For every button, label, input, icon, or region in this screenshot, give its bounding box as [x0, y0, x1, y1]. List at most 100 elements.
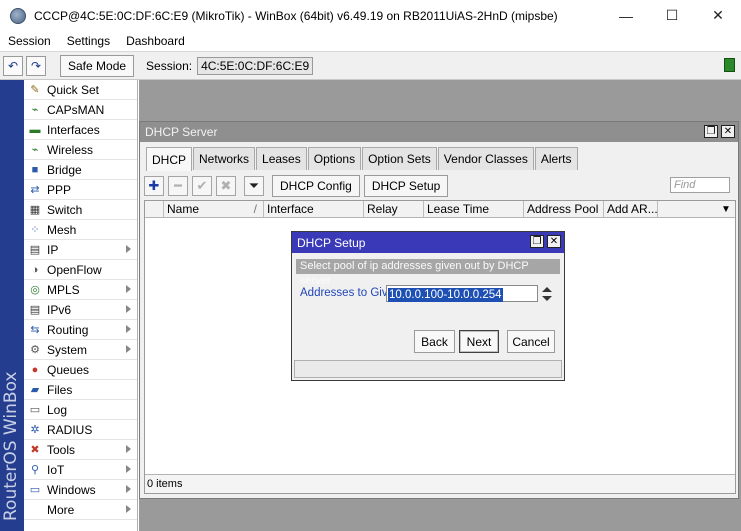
blank-icon	[28, 503, 42, 517]
menu-dashboard[interactable]: Dashboard	[118, 34, 193, 48]
tools-icon: ✖	[30, 444, 40, 456]
dhcp-setup-button[interactable]: DHCP Setup	[363, 175, 449, 197]
sidebar-item-quick-set[interactable]: ✎ Quick Set	[24, 80, 137, 100]
interfaces-icon: ▬	[29, 123, 41, 136]
submenu-arrow-icon	[126, 345, 131, 353]
cancel-button[interactable]: Cancel	[507, 330, 555, 353]
sidebar-item-more[interactable]: More	[24, 500, 137, 520]
close-button[interactable]: ✕	[695, 0, 741, 31]
maximize-button[interactable]: ☐	[649, 0, 695, 31]
sidebar-item-label: Routing	[47, 322, 89, 337]
submenu-arrow-icon	[126, 485, 131, 493]
wand-icon: ✎	[30, 84, 40, 96]
sidebar-item-label: IP	[47, 242, 59, 257]
ipv6-icon: ▤	[29, 304, 41, 316]
menu-session[interactable]: Session	[0, 34, 59, 48]
sidebar-item-openflow[interactable]: ◑ OpenFlow	[24, 260, 137, 280]
filter-icon[interactable]: ⏷	[244, 176, 264, 196]
close-icon[interactable]: ✕	[547, 235, 561, 248]
menu-settings[interactable]: Settings	[59, 34, 118, 48]
enable-icon[interactable]: ✔	[192, 176, 212, 196]
sidebar-item-bridge[interactable]: ■ Bridge	[24, 160, 137, 180]
dhcp-server-titlebar[interactable]: DHCP Server ❐ ✕	[140, 122, 738, 142]
sidebar-menu: ✎ Quick Set ⌁ CAPsMAN ▬ Interfaces ⌁ Wireless ■ B…	[24, 80, 138, 531]
sidebar-item-tools[interactable]: ✖ Tools	[24, 440, 137, 460]
sidebar-item-label: Queues	[47, 362, 90, 377]
submenu-arrow-icon	[126, 285, 131, 293]
col-name[interactable]: Name /	[164, 201, 264, 218]
sidebar-item-radius[interactable]: ✲ RADIUS	[24, 420, 137, 440]
redo-icon[interactable]: ↷	[26, 55, 46, 76]
menu-bar: Session Settings Dashboard	[0, 31, 741, 52]
next-button[interactable]: Next	[459, 330, 499, 353]
log-icon: ▭	[29, 404, 41, 416]
col-lease-time[interactable]: Lease Time	[424, 201, 524, 218]
sidebar-item-label: Bridge	[47, 162, 82, 177]
sidebar-item-ipv6[interactable]: ▤ IPv6	[24, 300, 137, 320]
find-input[interactable]: Find	[670, 177, 730, 193]
remove-icon[interactable]: ━	[168, 176, 188, 196]
select-column[interactable]	[145, 201, 164, 218]
tab-option-sets[interactable]: Option Sets	[362, 147, 437, 170]
col-add-arp[interactable]: Add AR...	[604, 201, 658, 218]
restore-icon[interactable]: ❐	[704, 125, 718, 138]
antenna-icon: ⌁	[31, 104, 39, 116]
ppp-icon: ⇄	[30, 184, 40, 196]
sidebar-item-iot[interactable]: ⚲ IoT	[24, 460, 137, 480]
sidebar-item-routing[interactable]: ⇆ Routing	[24, 320, 137, 340]
sidebar-item-interfaces[interactable]: ▬ Interfaces	[24, 120, 137, 140]
mesh-icon: ⁘	[30, 224, 40, 236]
addresses-input[interactable]: 10.0.0.100-10.0.0.254	[386, 285, 538, 302]
connection-status-indicator	[724, 58, 735, 72]
minimize-button[interactable]: —	[603, 0, 649, 31]
sidebar-item-label: IPv6	[47, 302, 72, 317]
col-interface[interactable]: Interface	[264, 201, 364, 218]
sidebar-item-label: Files	[47, 382, 73, 397]
files-icon: ▰	[30, 384, 40, 396]
tab-alerts[interactable]: Alerts	[534, 147, 578, 170]
session-field[interactable]: 4C:5E:0C:DF:6C:E9	[197, 56, 314, 75]
col-relay[interactable]: Relay	[364, 201, 424, 218]
submenu-arrow-icon	[126, 325, 131, 333]
sidebar-item-switch[interactable]: ▦ Switch	[24, 200, 137, 220]
windows-icon: ▭	[29, 484, 41, 496]
column-menu-icon[interactable]: ▼	[717, 201, 735, 218]
sidebar-item-mesh[interactable]: ⁘ Mesh	[24, 220, 137, 240]
submenu-arrow-icon	[126, 245, 131, 253]
tab-vendor-classes[interactable]: Vendor Classes	[437, 147, 534, 170]
sidebar-item-files[interactable]: ▰ Files	[24, 380, 137, 400]
close-icon[interactable]: ✕	[721, 125, 735, 138]
col-address-pool[interactable]: Address Pool	[524, 201, 604, 218]
winbox-app-icon	[10, 7, 26, 24]
sidebar-item-system[interactable]: ⚙ System	[24, 340, 137, 360]
sidebar-item-capsman[interactable]: ⌁ CAPsMAN	[24, 100, 137, 120]
tab-leases[interactable]: Leases	[256, 147, 307, 170]
tab-options[interactable]: Options	[307, 147, 362, 170]
back-button[interactable]: Back	[414, 330, 455, 353]
undo-icon[interactable]: ↶	[3, 55, 23, 76]
dhcp-setup-titlebar[interactable]: DHCP Setup ❐ ✕	[292, 232, 564, 253]
sidebar-item-label: MPLS	[47, 282, 80, 297]
system-icon: ⚙	[30, 344, 40, 356]
restore-icon[interactable]: ❐	[530, 235, 544, 248]
disable-icon[interactable]: ✖	[216, 176, 236, 196]
sidebar-item-log[interactable]: ▭ Log	[24, 400, 137, 420]
dhcp-setup-title: DHCP Setup	[297, 235, 366, 250]
tab-dhcp[interactable]: DHCP	[146, 147, 193, 171]
sidebar-item-windows[interactable]: ▭ Windows	[24, 480, 137, 500]
dhcp-config-button[interactable]: DHCP Config	[272, 175, 360, 197]
tab-networks[interactable]: Networks	[193, 147, 256, 170]
sidebar-item-mpls[interactable]: ◎ MPLS	[24, 280, 137, 300]
window-title: CCCP@4C:5E:0C:DF:6C:E9 (MikroTik) - WinB…	[34, 8, 558, 23]
sidebar-item-label: CAPsMAN	[47, 102, 105, 117]
sidebar-item-wireless[interactable]: ⌁ Wireless	[24, 140, 137, 160]
add-icon[interactable]: ✚	[144, 176, 164, 196]
wireless-icon: ⌁	[31, 144, 39, 156]
sidebar-item-ppp[interactable]: ⇄ PPP	[24, 180, 137, 200]
sidebar-item-queues[interactable]: ● Queues	[24, 360, 137, 380]
sidebar-item-ip[interactable]: ▤ IP	[24, 240, 137, 260]
dhcp-setup-dialog: DHCP Setup ❐ ✕ Select pool of ip address…	[291, 231, 565, 381]
up-down-arrows-icon[interactable]	[542, 286, 552, 302]
safe-mode-button[interactable]: Safe Mode	[60, 54, 135, 77]
title-bar: CCCP@4C:5E:0C:DF:6C:E9 (MikroTik) - WinB…	[0, 0, 741, 31]
